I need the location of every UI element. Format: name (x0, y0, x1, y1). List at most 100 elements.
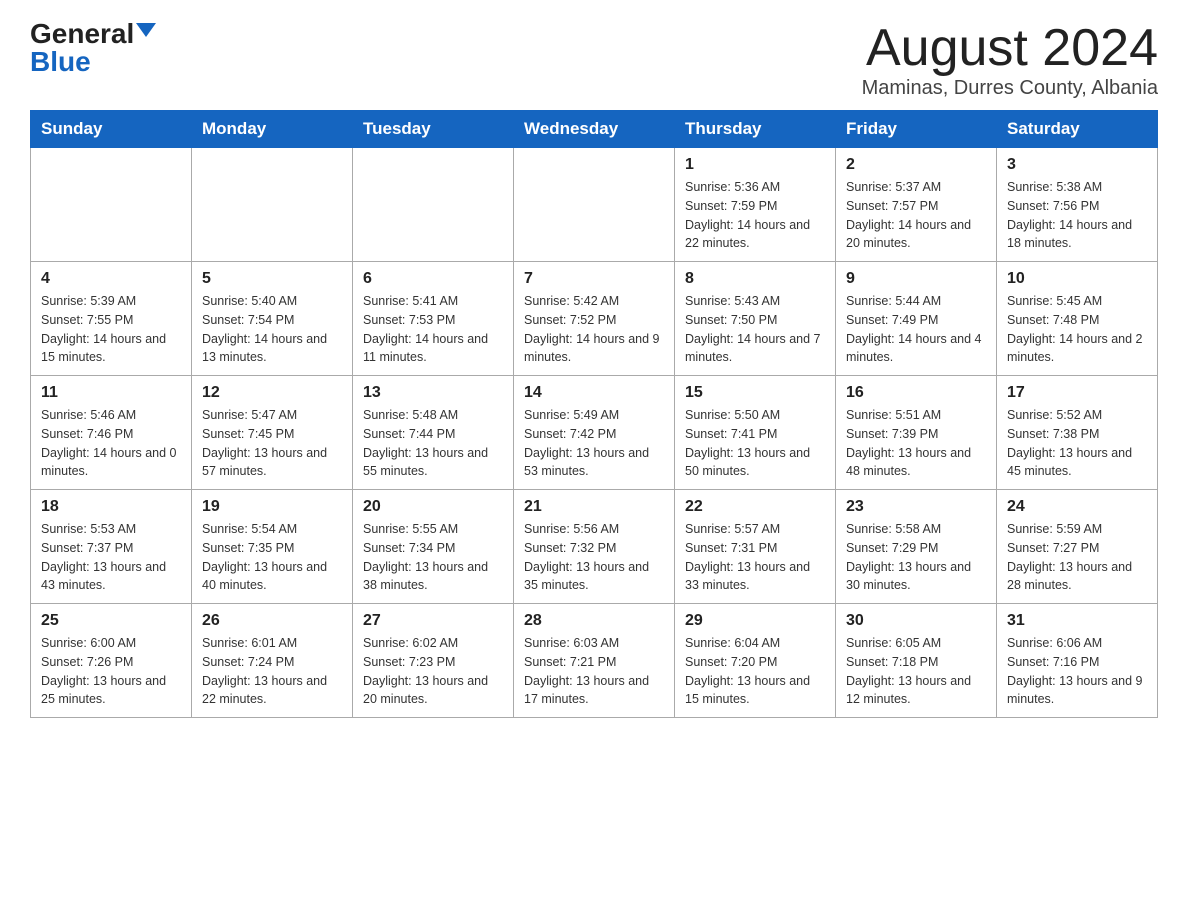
day-info: Sunrise: 5:37 AMSunset: 7:57 PMDaylight:… (846, 178, 986, 253)
calendar-day-header: Sunday (31, 111, 192, 148)
logo-text-blue: Blue (30, 48, 91, 76)
day-number: 14 (524, 384, 664, 402)
day-number: 16 (846, 384, 986, 402)
calendar-day-cell: 9 Sunrise: 5:44 AMSunset: 7:49 PMDaylight… (836, 262, 997, 376)
day-info: Sunrise: 5:57 AMSunset: 7:31 PMDaylight:… (685, 520, 825, 595)
calendar-day-cell: 5 Sunrise: 5:40 AMSunset: 7:54 PMDaylight… (192, 262, 353, 376)
calendar-day-cell: 2 Sunrise: 5:37 AMSunset: 7:57 PMDaylight… (836, 148, 997, 262)
day-info: Sunrise: 5:50 AMSunset: 7:41 PMDaylight:… (685, 406, 825, 481)
calendar-day-cell: 21Sunrise: 5:56 AMSunset: 7:32 PMDayligh… (514, 490, 675, 604)
day-info: Sunrise: 5:55 AMSunset: 7:34 PMDaylight:… (363, 520, 503, 595)
calendar-day-cell: 11 Sunrise: 5:46 AMSunset: 7:46 PMDayligh… (31, 376, 192, 490)
calendar-day-cell: 17 Sunrise: 5:52 AMSunset: 7:38 PMDayligh… (997, 376, 1158, 490)
calendar-day-header: Tuesday (353, 111, 514, 148)
calendar-header-row: SundayMondayTuesdayWednesdayThursdayFrid… (31, 111, 1158, 148)
day-number: 29 (685, 612, 825, 630)
day-info: Sunrise: 6:02 AMSunset: 7:23 PMDaylight:… (363, 634, 503, 709)
calendar-day-cell: 18Sunrise: 5:53 AMSunset: 7:37 PMDayligh… (31, 490, 192, 604)
day-number: 7 (524, 270, 664, 288)
day-number: 19 (202, 498, 342, 516)
page-header: General Blue August 2024 Maminas, Durres… (30, 20, 1158, 100)
calendar-body: 1Sunrise: 5:36 AMSunset: 7:59 PMDaylight… (31, 148, 1158, 718)
calendar-table: SundayMondayTuesdayWednesdayThursdayFrid… (30, 110, 1158, 718)
calendar-day-cell: 4Sunrise: 5:39 AMSunset: 7:55 PMDaylight… (31, 262, 192, 376)
calendar-day-cell: 20 Sunrise: 5:55 AMSunset: 7:34 PMDayligh… (353, 490, 514, 604)
day-number: 22 (685, 498, 825, 516)
calendar-day-cell: 12 Sunrise: 5:47 AMSunset: 7:45 PMDayligh… (192, 376, 353, 490)
day-number: 28 (524, 612, 664, 630)
calendar-day-cell: 31 Sunrise: 6:06 AMSunset: 7:16 PMDayligh… (997, 604, 1158, 718)
calendar-day-header: Monday (192, 111, 353, 148)
calendar-week-row: 4Sunrise: 5:39 AMSunset: 7:55 PMDaylight… (31, 262, 1158, 376)
calendar-week-row: 1Sunrise: 5:36 AMSunset: 7:59 PMDaylight… (31, 148, 1158, 262)
day-info: Sunrise: 6:01 AMSunset: 7:24 PMDaylight:… (202, 634, 342, 709)
day-number: 24 (1007, 498, 1147, 516)
day-number: 4 (41, 270, 181, 288)
day-number: 26 (202, 612, 342, 630)
calendar-day-cell: 26 Sunrise: 6:01 AMSunset: 7:24 PMDayligh… (192, 604, 353, 718)
day-info: Sunrise: 5:49 AMSunset: 7:42 PMDaylight:… (524, 406, 664, 481)
day-number: 10 (1007, 270, 1147, 288)
calendar-day-header: Saturday (997, 111, 1158, 148)
day-info: Sunrise: 5:40 AMSunset: 7:54 PMDaylight:… (202, 292, 342, 367)
day-info: Sunrise: 5:48 AMSunset: 7:44 PMDaylight:… (363, 406, 503, 481)
day-info: Sunrise: 5:45 AMSunset: 7:48 PMDaylight:… (1007, 292, 1147, 367)
calendar-day-cell: 3 Sunrise: 5:38 AMSunset: 7:56 PMDaylight… (997, 148, 1158, 262)
day-number: 5 (202, 270, 342, 288)
calendar-day-cell: 30 Sunrise: 6:05 AMSunset: 7:18 PMDayligh… (836, 604, 997, 718)
calendar-day-cell: 29 Sunrise: 6:04 AMSunset: 7:20 PMDayligh… (675, 604, 836, 718)
calendar-day-cell: 10 Sunrise: 5:45 AMSunset: 7:48 PMDayligh… (997, 262, 1158, 376)
calendar-day-cell: 23Sunrise: 5:58 AMSunset: 7:29 PMDayligh… (836, 490, 997, 604)
day-number: 13 (363, 384, 503, 402)
day-number: 25 (41, 612, 181, 630)
day-number: 21 (524, 498, 664, 516)
day-number: 17 (1007, 384, 1147, 402)
calendar-day-cell (353, 148, 514, 262)
day-number: 11 (41, 384, 181, 402)
calendar-day-header: Friday (836, 111, 997, 148)
page-subtitle: Maminas, Durres County, Albania (862, 77, 1158, 100)
calendar-day-cell: 13 Sunrise: 5:48 AMSunset: 7:44 PMDayligh… (353, 376, 514, 490)
day-number: 2 (846, 156, 986, 174)
title-block: August 2024 Maminas, Durres County, Alba… (862, 20, 1158, 100)
calendar-day-cell: 28Sunrise: 6:03 AMSunset: 7:21 PMDayligh… (514, 604, 675, 718)
day-info: Sunrise: 5:43 AMSunset: 7:50 PMDaylight:… (685, 292, 825, 367)
calendar-day-cell: 1Sunrise: 5:36 AMSunset: 7:59 PMDaylight… (675, 148, 836, 262)
calendar-week-row: 11 Sunrise: 5:46 AMSunset: 7:46 PMDayligh… (31, 376, 1158, 490)
calendar-day-cell: 19Sunrise: 5:54 AMSunset: 7:35 PMDayligh… (192, 490, 353, 604)
calendar-day-cell: 14 Sunrise: 5:49 AMSunset: 7:42 PMDayligh… (514, 376, 675, 490)
day-number: 30 (846, 612, 986, 630)
calendar-day-header: Wednesday (514, 111, 675, 148)
logo-text-general: General (30, 20, 134, 48)
day-number: 31 (1007, 612, 1147, 630)
calendar-day-cell (514, 148, 675, 262)
calendar-day-header: Thursday (675, 111, 836, 148)
calendar-day-cell: 24 Sunrise: 5:59 AMSunset: 7:27 PMDayligh… (997, 490, 1158, 604)
day-number: 27 (363, 612, 503, 630)
day-info: Sunrise: 6:06 AMSunset: 7:16 PMDaylight:… (1007, 634, 1147, 709)
calendar-day-cell: 25 Sunrise: 6:00 AMSunset: 7:26 PMDayligh… (31, 604, 192, 718)
day-info: Sunrise: 6:00 AMSunset: 7:26 PMDaylight:… (41, 634, 181, 709)
day-number: 12 (202, 384, 342, 402)
day-info: Sunrise: 5:44 AMSunset: 7:49 PMDaylight:… (846, 292, 986, 367)
logo: General Blue (30, 20, 156, 76)
calendar-day-cell (31, 148, 192, 262)
calendar-day-cell (192, 148, 353, 262)
day-number: 9 (846, 270, 986, 288)
day-info: Sunrise: 5:53 AMSunset: 7:37 PMDaylight:… (41, 520, 181, 595)
day-info: Sunrise: 5:52 AMSunset: 7:38 PMDaylight:… (1007, 406, 1147, 481)
day-number: 20 (363, 498, 503, 516)
day-info: Sunrise: 5:58 AMSunset: 7:29 PMDaylight:… (846, 520, 986, 595)
day-info: Sunrise: 5:41 AMSunset: 7:53 PMDaylight:… (363, 292, 503, 367)
day-number: 3 (1007, 156, 1147, 174)
calendar-day-cell: 7Sunrise: 5:42 AMSunset: 7:52 PMDaylight… (514, 262, 675, 376)
day-info: Sunrise: 5:59 AMSunset: 7:27 PMDaylight:… (1007, 520, 1147, 595)
day-info: Sunrise: 6:04 AMSunset: 7:20 PMDaylight:… (685, 634, 825, 709)
day-info: Sunrise: 5:38 AMSunset: 7:56 PMDaylight:… (1007, 178, 1147, 253)
day-info: Sunrise: 5:47 AMSunset: 7:45 PMDaylight:… (202, 406, 342, 481)
day-info: Sunrise: 6:05 AMSunset: 7:18 PMDaylight:… (846, 634, 986, 709)
calendar-day-cell: 8Sunrise: 5:43 AMSunset: 7:50 PMDaylight… (675, 262, 836, 376)
day-info: Sunrise: 5:46 AMSunset: 7:46 PMDaylight:… (41, 406, 181, 481)
calendar-week-row: 25 Sunrise: 6:00 AMSunset: 7:26 PMDayligh… (31, 604, 1158, 718)
calendar-day-cell: 6Sunrise: 5:41 AMSunset: 7:53 PMDaylight… (353, 262, 514, 376)
